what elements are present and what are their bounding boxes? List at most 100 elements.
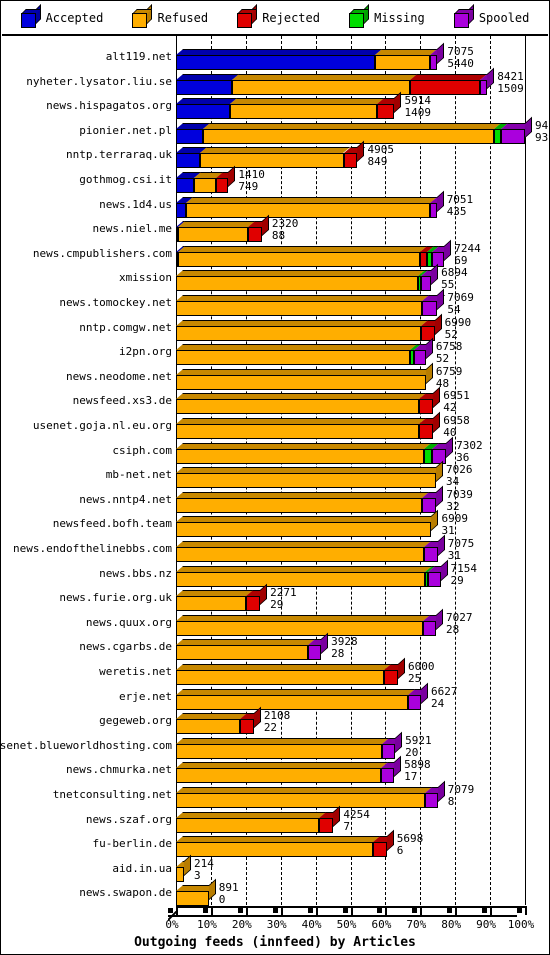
bar-segment-top — [186, 196, 437, 203]
cube-icon — [453, 3, 474, 28]
bar-cap-side — [487, 67, 495, 89]
bar-cap-side — [386, 829, 394, 852]
bar-cap-side — [437, 780, 445, 802]
x-tick-2 — [245, 906, 248, 915]
bar-cap-side — [394, 91, 402, 114]
x-tick-9 — [490, 906, 493, 915]
x-tick-label: 0% — [165, 918, 179, 931]
x-tick-foot-6 — [377, 908, 383, 913]
x-tick-label: 50% — [336, 918, 357, 931]
bar-segment-top — [176, 811, 327, 818]
bar-segment-top — [176, 418, 427, 424]
bar-cap-side — [437, 42, 445, 64]
x-tick-foot-5 — [342, 908, 348, 913]
x-tick-4 — [315, 906, 318, 915]
bar-rows: alt119.net 7075 5440 nyheter.lysator.liu.se… — [1, 36, 549, 907]
x-tick-1 — [210, 906, 213, 915]
bar-segment-top — [176, 541, 431, 547]
x-tick-label: 70% — [406, 918, 427, 931]
bar-cap-side — [395, 731, 403, 753]
x-axis: Outgoing feeds (innfeed) by Articles 0% 1… — [2, 905, 548, 953]
bar-value-total: 6759 — [435, 364, 463, 378]
bar-cap-side — [444, 239, 452, 261]
bar-segment-top — [176, 639, 316, 646]
chart-legend: Accepted Refused Rejected Missing Spooled — [2, 2, 548, 36]
x-tick-label: 60% — [371, 918, 392, 931]
axis-baseline-bottom — [168, 915, 517, 917]
bar-segment-top — [176, 393, 427, 400]
bar-cap-side — [357, 141, 365, 163]
bar-cap-side — [446, 436, 454, 458]
bar-segment-top — [176, 762, 389, 769]
bar-segment-top — [176, 442, 431, 449]
bar-cap-side — [436, 190, 444, 212]
bar-segment-top — [176, 565, 432, 572]
bar-segment-top — [176, 270, 425, 277]
bar-cap-side — [440, 559, 448, 581]
bar-value-total: 7039 — [446, 487, 473, 501]
x-tick-label: 90% — [476, 918, 497, 931]
x-tick-7 — [420, 906, 423, 915]
bar-segment-top — [176, 516, 439, 523]
bar-row[interactable]: news.swapon.de 891 0 — [2, 878, 548, 907]
bar-value-total: 5921 — [405, 733, 432, 747]
x-axis-title: Outgoing feeds (innfeed) by Articles — [134, 935, 416, 950]
bar-segment-top — [178, 245, 427, 252]
x-tick-foot-10 — [517, 908, 522, 913]
bar-value-total: 4254 — [343, 807, 370, 821]
bar-segment-top — [410, 73, 488, 80]
bar-cap-side — [208, 879, 216, 901]
bar-cap-side — [431, 510, 439, 532]
bar-value-total: 7027 — [446, 610, 473, 624]
legend-entry-accepted: Accepted — [20, 3, 104, 28]
bar-cap-side — [434, 313, 442, 335]
legend-label: Refused — [157, 11, 209, 25]
bar-segment-top — [176, 787, 432, 793]
bar-value-total: 7302 — [456, 438, 483, 452]
bar-segment-top — [200, 147, 351, 154]
x-tick-5 — [350, 906, 353, 915]
bar-value-total: 7051 — [446, 192, 474, 206]
bar-value-total: 6627 — [430, 684, 458, 698]
bar-cap-side — [425, 362, 433, 384]
bar-cap-side — [425, 337, 433, 360]
x-tick-foot-4 — [307, 908, 313, 913]
cube-icon — [132, 3, 153, 28]
cube-icon — [349, 3, 370, 28]
bar-segment-top — [176, 73, 240, 80]
bar-value-total: 8421 — [497, 69, 524, 83]
bar-segment-top — [176, 713, 248, 720]
bar-cap-side — [436, 485, 444, 507]
bar-cap-side — [184, 854, 192, 876]
x-tick-label: 10% — [196, 918, 217, 931]
bar-segment-top — [176, 49, 383, 55]
bar-cap-side — [253, 706, 261, 729]
bar-cap-side — [333, 805, 341, 827]
bar-value-total: 9435 — [535, 118, 549, 132]
x-tick-label: 100% — [507, 918, 535, 931]
bar-segment-top — [176, 368, 434, 375]
bar-cap-side — [228, 165, 236, 187]
legend-entry-spooled: Spooled — [453, 3, 529, 28]
bar-segment-top — [176, 98, 237, 105]
bar-cap-side — [433, 387, 441, 409]
cube-icon — [20, 3, 41, 28]
bar-segment-top — [232, 73, 418, 80]
bar-cap-side — [437, 534, 445, 556]
x-tick-label: 40% — [301, 918, 322, 931]
x-tick-foot-9 — [482, 908, 488, 913]
bar-value-total: 7244 — [454, 241, 481, 255]
legend-label: Accepted — [45, 11, 104, 25]
bar-segment-top — [176, 590, 254, 597]
bar-segment-top — [375, 49, 438, 55]
x-tick-foot-7 — [412, 908, 418, 913]
bar-cap-side — [261, 214, 269, 237]
bar-segment-top — [229, 98, 385, 105]
x-tick-foot-0 — [168, 908, 173, 913]
bar-segment-top — [176, 491, 430, 498]
legend-entry-missing: Missing — [349, 3, 425, 28]
x-tick-foot-2 — [237, 908, 243, 913]
bar-segment-top — [202, 122, 501, 129]
x-tick-8 — [455, 906, 458, 915]
bar-segment-top — [176, 688, 416, 695]
